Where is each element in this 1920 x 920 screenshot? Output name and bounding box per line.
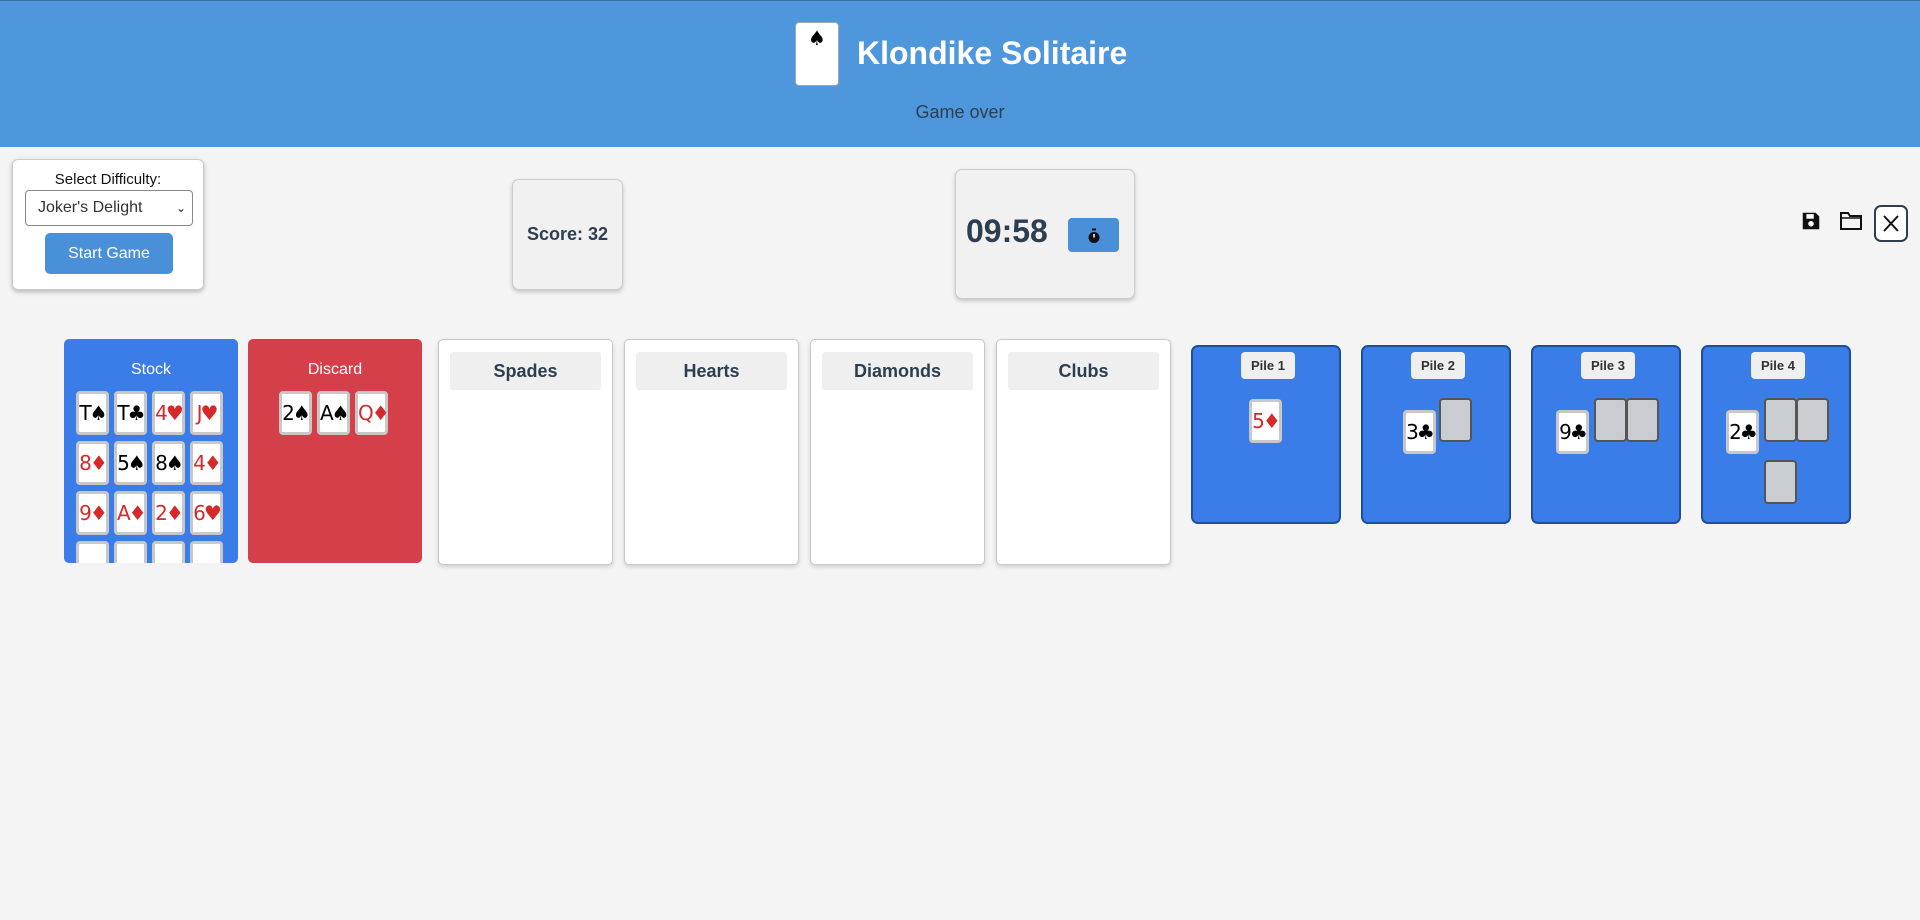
difficulty-panel: Select Difficulty: Joker's Delight ⌄ Sta… [12,159,204,290]
playing-card[interactable]: 2♠ [279,391,312,435]
playing-card[interactable]: 9♣ [1556,410,1589,454]
difficulty-selected-value: Joker's Delight [38,199,143,216]
foundation-spades[interactable]: Spades [438,339,613,565]
stopwatch-icon [1088,228,1099,243]
game-status: Game over [915,102,1005,122]
tableau-label: Pile 1 [1241,352,1295,379]
foundation-title: Spades [450,352,601,390]
playing-card[interactable]: Q♦ [355,391,390,435]
playing-card[interactable] [114,541,147,563]
playing-card[interactable]: 5♦ [1249,399,1282,443]
playing-card[interactable]: 3♣ [1403,410,1436,454]
close-icon [1883,215,1899,232]
playing-card[interactable] [76,541,109,563]
difficulty-select[interactable]: Joker's Delight ⌄ [25,190,193,226]
card-back [1796,398,1829,442]
stock-label: Stock [130,361,171,378]
difficulty-label: Select Difficulty: [54,171,162,188]
playing-card[interactable]: 4♥ [152,391,185,435]
playing-card[interactable]: 2♣ [1726,410,1759,454]
tableau-pile-3[interactable]: Pile 3 9♣ [1531,345,1681,524]
foundation-clubs[interactable]: Clubs [996,339,1171,565]
close-button[interactable] [1874,205,1908,242]
discard-label: Discard [307,361,363,378]
playing-card[interactable]: 5♠ [114,441,147,485]
folder-icon[interactable] [1839,210,1865,236]
tableau-pile-1[interactable]: Pile 1 5♦ [1191,345,1341,524]
card-back [1764,398,1797,442]
start-game-button[interactable]: Start Game [45,233,173,274]
card-back [1594,398,1627,442]
chevron-down-icon: ⌄ [175,201,186,215]
card-back [1764,460,1797,504]
app-header: ♠ Klondike Solitaire Game over [0,0,1920,147]
foundation-title: Clubs [1008,352,1159,390]
playing-card[interactable]: T♠ [76,391,109,435]
playing-card[interactable]: T♣ [114,391,147,435]
timer-panel: 09:58 [955,169,1135,299]
spade-card-logo: ♠ [795,22,839,86]
card-back [1626,398,1659,442]
save-icon[interactable] [1800,210,1826,236]
timer-value: 09:58 [966,213,1048,249]
playing-card[interactable]: J♥ [190,391,223,435]
playing-card[interactable]: A♠ [317,391,350,435]
foundation-title: Diamonds [822,352,973,390]
playing-card[interactable]: 4♦ [190,441,223,485]
tableau-pile-4[interactable]: Pile 4 2♣ [1701,345,1851,524]
playing-card[interactable]: 9♦ [76,491,109,535]
stopwatch-button[interactable] [1068,218,1119,252]
tableau-pile-2[interactable]: Pile 2 3♣ [1361,345,1511,524]
playing-card[interactable] [190,541,223,563]
stock-pile[interactable]: Stock T♠ T♣ 4♥ J♥ 8♦ 5♠ 8♠ 4♦ 9♦ A♦ 2♦ 6♥ [64,339,238,563]
foundation-diamonds[interactable]: Diamonds [810,339,985,565]
playing-card[interactable]: 6♥ [190,491,223,535]
playing-card[interactable] [152,541,185,563]
playing-card[interactable]: 8♠ [152,441,185,485]
foundation-hearts[interactable]: Hearts [624,339,799,565]
discard-pile[interactable]: Discard 2♠ A♠ Q♦ [248,339,422,563]
page-title: Klondike Solitaire [857,35,1128,71]
tableau-label: Pile 2 [1411,352,1465,379]
tableau-label: Pile 4 [1751,352,1805,379]
playing-card[interactable]: 8♦ [76,441,109,485]
score-display: Score: 32 [512,179,623,290]
foundation-title: Hearts [636,352,787,390]
card-back [1439,398,1472,442]
tableau-label: Pile 3 [1581,352,1635,379]
playing-card[interactable]: A♦ [114,491,147,535]
playing-card[interactable]: 2♦ [152,491,185,535]
